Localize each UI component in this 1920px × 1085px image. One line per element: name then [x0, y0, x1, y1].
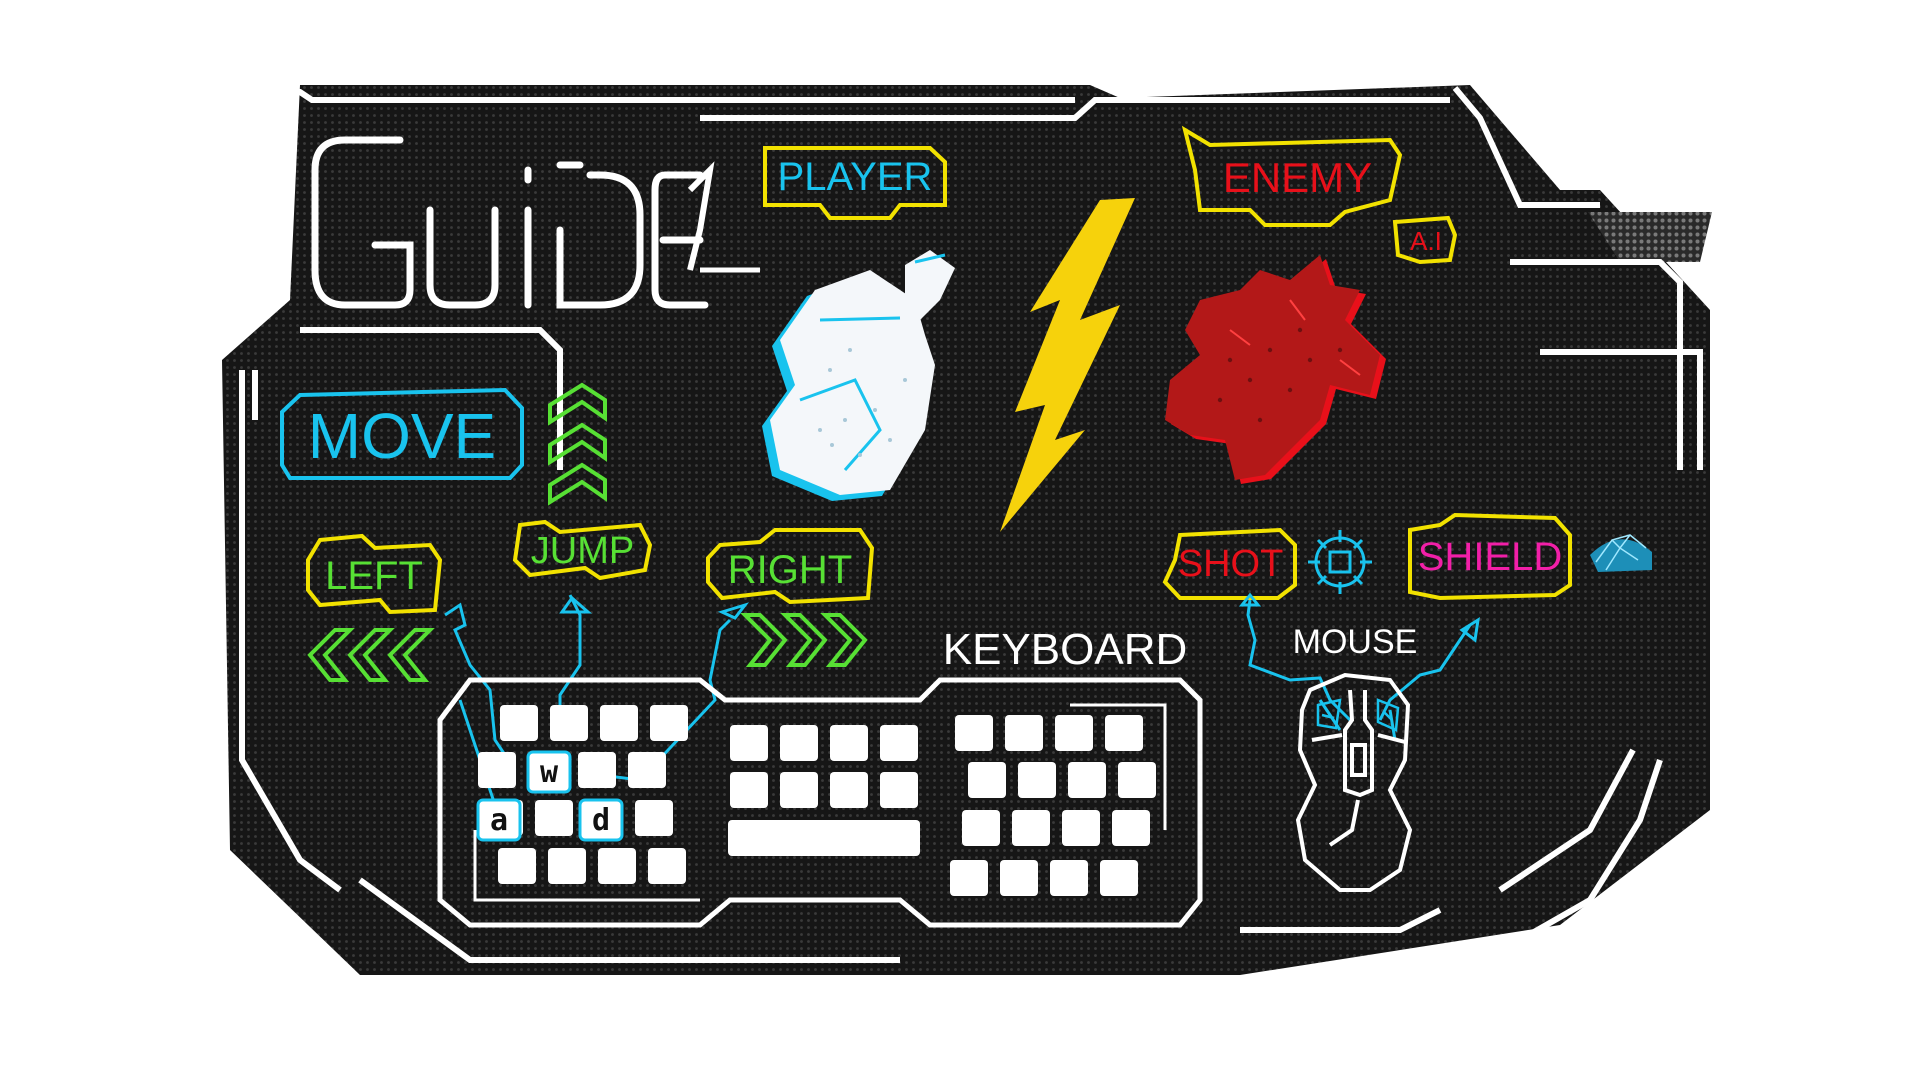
- key-d[interactable]: d: [580, 800, 622, 840]
- guide-panel-graphic: [222, 85, 1712, 975]
- player-label: PLAYER: [777, 155, 933, 199]
- left-label[interactable]: LEFT: [310, 545, 438, 607]
- shot-label[interactable]: SHOT: [1168, 532, 1293, 596]
- right-label[interactable]: RIGHT: [710, 540, 870, 600]
- ai-label: A.I: [1410, 225, 1442, 256]
- shield-label[interactable]: SHIELD: [1410, 520, 1570, 595]
- mouse-label: MOUSE: [1292, 623, 1418, 661]
- keyboard-label: KEYBOARD: [942, 625, 1188, 674]
- key-w[interactable]: w: [528, 752, 570, 792]
- enemy-label: ENEMY: [1222, 153, 1373, 201]
- guide-screen: PLAYER ENEMY A.I MOVE LEFT JUMP RIGHT SH…: [0, 0, 1920, 1080]
- move-label[interactable]: MOVE: [284, 395, 520, 477]
- jump-label[interactable]: JUMP: [515, 527, 650, 575]
- key-a[interactable]: a: [478, 800, 520, 840]
